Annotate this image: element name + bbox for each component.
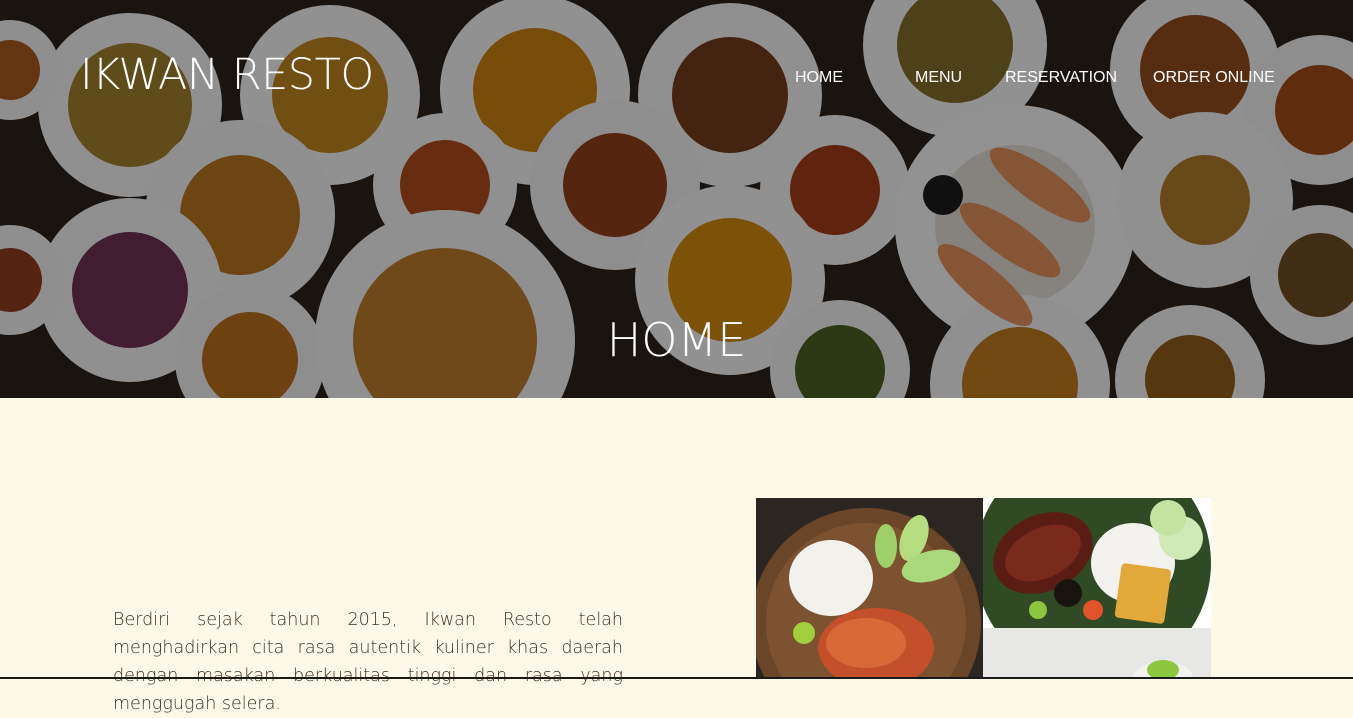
hero-banner: IKWAN RESTO HOME MENU RESERVATION ORDER … [0,0,1353,398]
page-title: HOME [606,313,747,367]
nav-link-order-online[interactable]: ORDER ONLINE [1153,69,1275,87]
ayam-geprek-plate-photo [756,498,983,679]
nav-link-home[interactable]: HOME [795,69,843,87]
salad-plate-photo [983,628,1211,679]
food-gallery [756,498,1211,679]
nav-link-menu[interactable]: MENU [915,69,962,87]
main-nav: HOME MENU RESERVATION ORDER ONLINE [0,69,1353,89]
nav-link-reservation[interactable]: RESERVATION [1005,69,1117,87]
about-section: Berdiri sejak tahun 2015, Ikwan Resto te… [0,398,1353,714]
ikan-bakar-plate-photo [983,498,1211,628]
about-description: Berdiri sejak tahun 2015, Ikwan Resto te… [113,610,623,714]
